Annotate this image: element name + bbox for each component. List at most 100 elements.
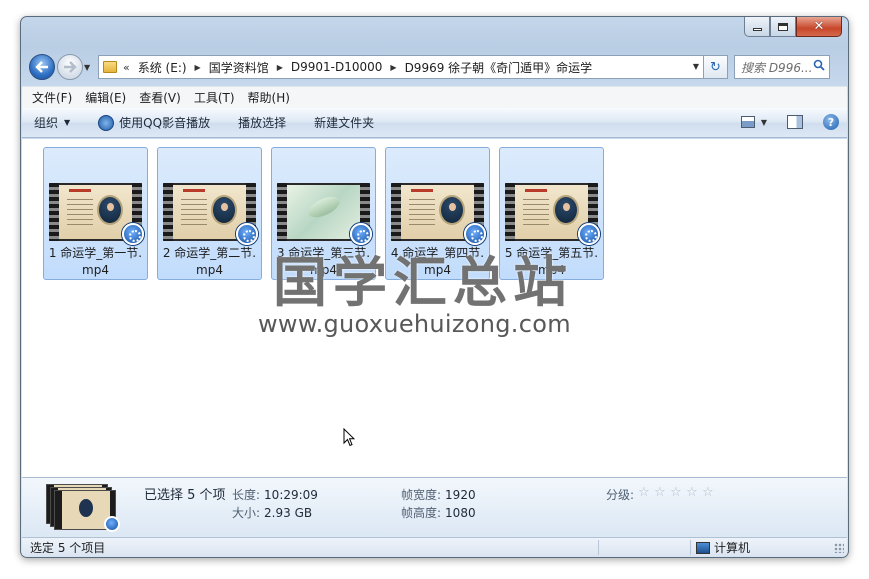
frame-height-label: 帧高度: [401, 506, 442, 520]
status-divider [598, 540, 599, 555]
command-bar: 组织 ▼ 使用QQ影音播放 播放选择 新建文件夹 ▼ ? [22, 108, 847, 138]
star-icon[interactable]: ☆ [686, 486, 702, 500]
status-selection-text: 选定 5 个项目 [30, 540, 106, 555]
frame-width-value: 1920 [445, 488, 476, 502]
file-item[interactable]: 1 命运学_第一节.mp4 [43, 147, 148, 280]
caption-buttons: ✕ [744, 17, 842, 37]
refresh-icon: ↻ [710, 59, 721, 75]
search-input[interactable]: 搜索 D996... [734, 55, 830, 79]
qq-player-icon [98, 114, 115, 131]
breadcrumb-library[interactable]: 国学资料馆 [209, 59, 269, 76]
vertical-scrollbar[interactable] [830, 139, 847, 477]
play-selection-label: 播放选择 [238, 116, 287, 130]
size-label: 大小: [232, 506, 261, 520]
menu-bar: 文件(F) 编辑(E) 查看(V) 工具(T) 帮助(H) [22, 86, 847, 108]
film-strip-icon [277, 183, 287, 241]
back-arrow-icon [35, 61, 48, 73]
breadcrumb-separator-icon[interactable]: ▶ [390, 63, 396, 72]
frame-height-property: 帧高度: 1080 [401, 504, 476, 521]
new-folder-button[interactable]: 新建文件夹 [314, 114, 374, 131]
recent-pages-dropdown[interactable]: ▼ [84, 63, 94, 72]
search-placeholder: 搜索 D996... [741, 60, 811, 75]
qq-player-badge-icon [104, 516, 120, 532]
forward-button[interactable] [57, 54, 83, 80]
breadcrumb-current[interactable]: D9969 徐子朝《奇门遁甲》命运学 [405, 59, 593, 76]
length-label: 长度: [232, 488, 261, 502]
status-bar: 选定 5 个项目 计算机 [22, 537, 847, 556]
organize-label: 组织 [34, 116, 59, 130]
koi-frame [287, 185, 360, 239]
size-value: 2.93 GB [264, 506, 313, 520]
rating-stars[interactable]: ☆ ☆ ☆ ☆ ☆ [638, 486, 718, 500]
computer-icon [696, 541, 710, 554]
maximize-button[interactable] [770, 17, 796, 37]
file-name[interactable]: 2 命运学_第二节.mp4 [160, 245, 259, 279]
status-location: 计算机 [696, 539, 750, 556]
star-icon[interactable]: ☆ [654, 486, 670, 500]
resize-grip[interactable] [834, 543, 844, 553]
frame-height-value: 1080 [445, 506, 476, 520]
status-divider [690, 540, 691, 555]
search-icon[interactable] [813, 59, 825, 71]
close-button[interactable]: ✕ [796, 17, 842, 37]
selection-count: 已选择 5 个项 [144, 488, 226, 503]
mouse-pointer-icon [343, 428, 355, 447]
change-view-icon[interactable] [740, 116, 755, 128]
qq-player-badge-icon [578, 223, 600, 245]
navigation-bar: ▼ « 系统 (E:) ▶ 国学资料馆 ▶ D9901-D10000 ▶ D99… [29, 53, 840, 81]
address-bar[interactable]: « 系统 (E:) ▶ 国学资料馆 ▶ D9901-D10000 ▶ D9969… [98, 55, 704, 79]
lecture-frame [173, 185, 246, 239]
chevron-down-icon: ▼ [64, 118, 71, 127]
breadcrumb-drive[interactable]: 系统 (E:) [138, 59, 187, 76]
star-icon[interactable]: ☆ [670, 486, 686, 500]
menu-tools[interactable]: 工具(T) [194, 89, 235, 106]
lecture-frame [59, 185, 132, 239]
minimize-button[interactable] [744, 17, 770, 37]
menu-file[interactable]: 文件(F) [32, 89, 72, 106]
play-with-qq-label: 使用QQ影音播放 [119, 116, 211, 130]
rating-label: 分级: [606, 488, 635, 502]
breadcrumb-range[interactable]: D9901-D10000 [291, 60, 383, 74]
play-selection-button[interactable]: 播放选择 [238, 114, 286, 131]
rating-property: 分级: [606, 486, 638, 503]
menu-help[interactable]: 帮助(H) [248, 89, 290, 106]
forward-arrow-icon [64, 61, 77, 73]
breadcrumb-overflow-chevron[interactable]: « [123, 61, 130, 74]
breadcrumb-separator-icon[interactable]: ▶ [195, 63, 201, 72]
maximize-icon [778, 22, 788, 31]
organize-button[interactable]: 组织 ▼ [34, 114, 70, 131]
close-icon: ✕ [813, 19, 825, 34]
size-property: 大小: 2.93 GB [232, 504, 312, 521]
view-options-dropdown-icon[interactable]: ▼ [761, 118, 767, 127]
length-value: 10:29:09 [264, 488, 318, 502]
back-button[interactable] [29, 54, 55, 80]
qq-player-badge-icon [122, 223, 144, 245]
lecture-frame [515, 185, 588, 239]
length-property: 长度: 10:29:09 [232, 486, 318, 503]
watermark-url: www.guoxuehuizong.com [258, 310, 571, 338]
star-icon[interactable]: ☆ [638, 486, 654, 500]
help-icon[interactable]: ? [823, 114, 839, 130]
address-dropdown-icon[interactable]: ▼ [693, 62, 699, 71]
watermark-chinese: 国学汇总站 [273, 251, 573, 314]
breadcrumb-separator-icon[interactable]: ▶ [277, 63, 283, 72]
file-item[interactable]: 2 命运学_第二节.mp4 [157, 147, 262, 280]
new-folder-label: 新建文件夹 [314, 116, 375, 130]
selection-thumbnail-stack [46, 484, 120, 532]
menu-view[interactable]: 查看(V) [139, 89, 181, 106]
film-strip-icon [391, 183, 401, 241]
star-icon[interactable]: ☆ [702, 486, 718, 500]
refresh-button[interactable]: ↻ [704, 55, 728, 79]
file-name[interactable]: 1 命运学_第一节.mp4 [46, 245, 145, 279]
folder-icon [103, 61, 117, 73]
lecture-frame [401, 185, 474, 239]
play-with-qq-button[interactable]: 使用QQ影音播放 [98, 114, 210, 131]
frame-width-property: 帧宽度: 1920 [401, 486, 476, 503]
film-strip-icon [49, 183, 59, 241]
qq-player-badge-icon [236, 223, 258, 245]
frame-width-label: 帧宽度: [401, 488, 442, 502]
details-pane: 已选择 5 个项 长度: 10:29:09 大小: 2.93 GB 帧宽度: 1920… [22, 477, 847, 539]
menu-edit[interactable]: 编辑(E) [85, 89, 126, 106]
status-location-text: 计算机 [714, 541, 751, 555]
preview-pane-icon[interactable] [787, 115, 803, 129]
